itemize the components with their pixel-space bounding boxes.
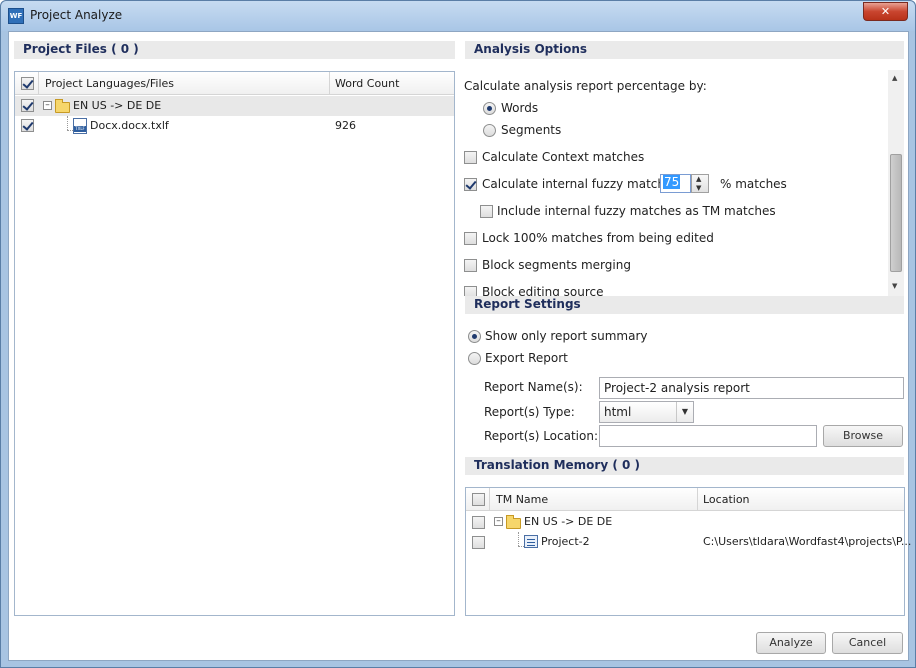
report-type-label: Report(s) Type: [484, 405, 575, 419]
words-radio[interactable] [483, 102, 496, 115]
column-header-tm-name[interactable]: TM Name [496, 493, 548, 506]
block-merging-checkbox[interactable] [464, 259, 477, 272]
column-header-languages-files[interactable]: Project Languages/Files [45, 77, 174, 90]
analyze-button[interactable]: Analyze [756, 632, 826, 654]
collapse-icon[interactable]: – [43, 101, 52, 110]
translation-memory-header: Translation Memory ( 0 ) [465, 457, 904, 475]
internal-fuzzy-label[interactable]: Calculate internal fuzzy matches [482, 177, 679, 191]
include-internal-fuzzy-label[interactable]: Include internal fuzzy matches as TM mat… [497, 204, 776, 218]
close-button[interactable]: ✕ [863, 2, 908, 21]
file-name: Docx.docx.txlf [90, 119, 169, 132]
words-radio-label[interactable]: Words [501, 101, 538, 115]
select-all-tm-checkbox[interactable] [472, 493, 485, 506]
tm-database-icon [524, 535, 538, 548]
column-header-location[interactable]: Location [703, 493, 750, 506]
scroll-thumb[interactable] [890, 154, 902, 272]
show-summary-radio[interactable] [468, 330, 481, 343]
analysis-options-header: Analysis Options [465, 41, 904, 59]
tm-location: C:\Users\tldara\Wordfast4\projects\P... [703, 535, 912, 548]
show-summary-label[interactable]: Show only report summary [485, 329, 647, 343]
window-title: Project Analyze [30, 8, 123, 22]
collapse-icon[interactable]: – [494, 517, 503, 526]
app-icon: WF [8, 8, 24, 24]
context-matches-label[interactable]: Calculate Context matches [482, 150, 644, 164]
cancel-button[interactable]: Cancel [832, 632, 903, 654]
export-report-radio[interactable] [468, 352, 481, 365]
report-location-label: Report(s) Location: [484, 429, 599, 443]
report-name-label: Report Name(s): [484, 380, 583, 394]
report-location-input[interactable] [599, 425, 817, 447]
language-pair-label: EN US -> DE DE [73, 99, 162, 112]
report-type-value: html [604, 405, 632, 419]
table-row[interactable]: – EN US -> DE DE [466, 512, 904, 532]
lock-100-checkbox[interactable] [464, 232, 477, 245]
project-files-header: Project Files ( 0 ) [14, 41, 455, 59]
analysis-options-panel: Calculate analysis report percentage by:… [464, 70, 904, 296]
chevron-up-icon[interactable]: ▲ [696, 175, 701, 183]
row-checkbox[interactable] [472, 516, 485, 529]
report-name-input[interactable]: Project-2 analysis report [599, 377, 904, 399]
report-type-select[interactable]: html ▼ [599, 401, 694, 423]
block-merging-label[interactable]: Block segments merging [482, 258, 631, 272]
row-checkbox[interactable] [21, 119, 34, 132]
table-row[interactable]: TXLF Docx.docx.txlf 926 [15, 116, 454, 136]
select-all-files-checkbox[interactable] [21, 77, 34, 90]
scroll-up-icon[interactable]: ▲ [892, 74, 897, 82]
block-editing-source-label[interactable]: Block editing source [482, 285, 604, 296]
project-files-grid: Project Languages/Files Word Count – EN … [14, 71, 455, 616]
browse-button[interactable]: Browse [823, 425, 903, 447]
title-bar: WF Project Analyze ✕ [1, 1, 915, 31]
block-editing-source-checkbox[interactable] [464, 286, 477, 296]
analysis-options-scrollbar[interactable]: ▲ ▼ [888, 70, 904, 296]
txlf-file-icon: TXLF [73, 118, 87, 134]
lock-100-label[interactable]: Lock 100% matches from being edited [482, 231, 714, 245]
table-row[interactable]: – EN US -> DE DE [15, 96, 454, 116]
internal-fuzzy-checkbox[interactable] [464, 178, 477, 191]
tm-language-pair-label: EN US -> DE DE [524, 515, 613, 528]
segments-radio[interactable] [483, 124, 496, 137]
chevron-down-icon[interactable]: ▼ [676, 402, 693, 422]
tm-name: Project-2 [541, 535, 590, 548]
dialog-body: Project Files ( 0 ) Project Languages/Fi… [8, 31, 911, 661]
percentage-by-label: Calculate analysis report percentage by: [464, 79, 707, 93]
column-divider [38, 72, 39, 95]
context-matches-checkbox[interactable] [464, 151, 477, 164]
fuzzy-threshold-stepper[interactable]: ▲ ▼ [691, 174, 709, 193]
column-divider [329, 72, 330, 95]
segments-radio-label[interactable]: Segments [501, 123, 561, 137]
column-divider [697, 488, 698, 511]
folder-icon [506, 515, 521, 529]
project-analyze-window: WF Project Analyze ✕ Project Files ( 0 )… [0, 0, 916, 668]
fuzzy-threshold-input[interactable]: 75 [660, 174, 691, 193]
export-report-label[interactable]: Export Report [485, 351, 568, 365]
column-header-word-count[interactable]: Word Count [335, 77, 399, 90]
fuzzy-suffix-label: % matches [720, 177, 787, 191]
word-count-value: 926 [335, 119, 356, 132]
folder-icon [55, 99, 70, 113]
tm-grid-header: TM Name Location [466, 488, 904, 511]
row-checkbox[interactable] [472, 536, 485, 549]
column-divider [489, 488, 490, 511]
row-checkbox[interactable] [21, 99, 34, 112]
project-files-grid-header: Project Languages/Files Word Count [15, 72, 454, 95]
report-settings-header: Report Settings [465, 296, 904, 314]
include-internal-fuzzy-checkbox[interactable] [480, 205, 493, 218]
chevron-down-icon[interactable]: ▼ [696, 184, 701, 192]
scroll-down-icon[interactable]: ▼ [892, 282, 897, 290]
translation-memory-grid: TM Name Location – EN US -> DE DE Projec… [465, 487, 911, 616]
table-row[interactable]: Project-2 C:\Users\tldara\Wordfast4\proj… [466, 532, 911, 552]
